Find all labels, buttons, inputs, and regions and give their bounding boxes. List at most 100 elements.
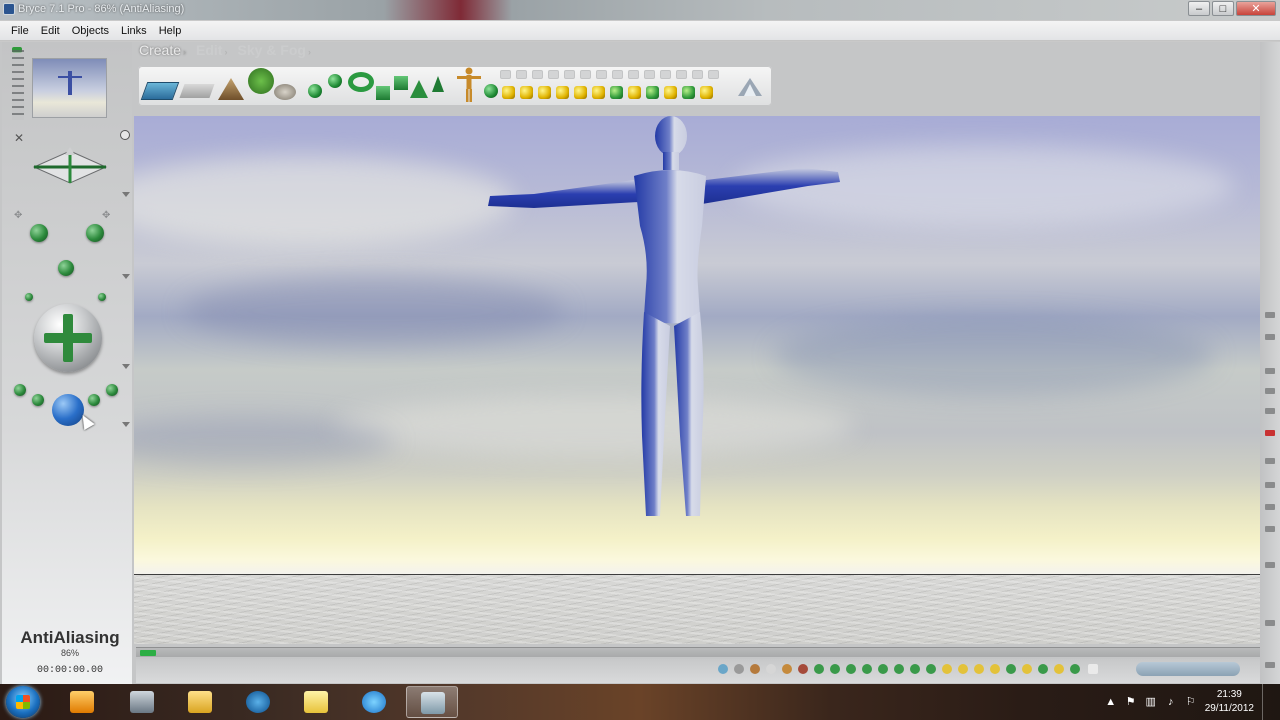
slot-7-icon[interactable] [596, 70, 607, 79]
pyramid-icon[interactable] [410, 80, 428, 98]
slot-10-icon[interactable] [644, 70, 655, 79]
view-7-icon[interactable] [1265, 526, 1275, 532]
bank-ball-3[interactable] [88, 394, 100, 406]
boolean-sphere-icon[interactable] [502, 86, 515, 99]
cross-control[interactable] [32, 147, 108, 189]
slot-6-icon[interactable] [580, 70, 591, 79]
mem-12-icon[interactable] [894, 664, 904, 674]
mem-11-icon[interactable] [878, 664, 888, 674]
task-cell-tool[interactable] [116, 686, 168, 718]
rotate-y-ball[interactable] [86, 224, 104, 242]
figure-icon[interactable] [456, 66, 482, 104]
clock[interactable]: 21:39 29/11/2012 [1205, 688, 1254, 716]
bank-ball-1[interactable] [14, 384, 26, 396]
memory-dots-icon[interactable] [718, 664, 728, 674]
rock-icon[interactable] [274, 84, 296, 100]
task-bryce[interactable] [406, 686, 458, 718]
options-dot-icon[interactable] [120, 130, 130, 140]
mem-3-icon[interactable] [750, 664, 760, 674]
mem-17-icon[interactable] [974, 664, 984, 674]
render-viewport[interactable] [134, 116, 1260, 644]
mem-23-icon[interactable] [1070, 664, 1080, 674]
tab-edit[interactable]: Edit › [196, 42, 227, 60]
view-2-icon[interactable] [1265, 388, 1275, 394]
menu-links[interactable]: Links [115, 25, 153, 37]
boolean-square-icon[interactable] [700, 86, 713, 99]
view-9-icon[interactable] [1265, 620, 1275, 626]
options-square-icon[interactable] [1088, 664, 1098, 674]
mem-9-icon[interactable] [846, 664, 856, 674]
show-desktop-button[interactable] [1262, 684, 1272, 720]
disc-icon[interactable] [484, 84, 498, 98]
small-ball-left[interactable] [25, 293, 33, 301]
nano-preview[interactable] [32, 58, 107, 118]
timeline-scrubber[interactable] [140, 650, 156, 656]
water-plane-icon[interactable] [140, 82, 180, 100]
view-5-icon[interactable] [1265, 482, 1275, 488]
slot-5-icon[interactable] [564, 70, 575, 79]
task-media-player[interactable] [56, 686, 108, 718]
maximize-button[interactable]: □ [1212, 1, 1234, 16]
boolean-cone-icon[interactable] [556, 86, 569, 99]
menu-help[interactable]: Help [153, 25, 188, 37]
view-1-icon[interactable] [1265, 368, 1275, 374]
rotate-z-ball[interactable] [58, 260, 74, 276]
slot-3-icon[interactable] [532, 70, 543, 79]
menu-edit[interactable]: Edit [35, 25, 66, 37]
volume-icon[interactable]: ♪ [1165, 696, 1177, 708]
network-icon[interactable]: ▥ [1145, 696, 1157, 708]
task-internet-explorer[interactable] [348, 686, 400, 718]
slot-9-icon[interactable] [628, 70, 639, 79]
task-folder[interactable] [290, 686, 342, 718]
mem-6-icon[interactable] [798, 664, 808, 674]
mem-10-icon[interactable] [862, 664, 872, 674]
slot-12-icon[interactable] [676, 70, 687, 79]
boolean-pyramid-icon[interactable] [682, 86, 695, 99]
view-3-icon[interactable] [1265, 408, 1275, 414]
boolean-cube-icon[interactable] [574, 86, 587, 99]
slot-14-icon[interactable] [708, 70, 719, 79]
rotate-x-ball[interactable] [30, 224, 48, 242]
mem-14-icon[interactable] [926, 664, 936, 674]
task-file-explorer[interactable] [174, 686, 226, 718]
pencil-icon[interactable] [1265, 312, 1275, 318]
tab-sky-fog[interactable]: Sky & Fog › [237, 42, 310, 60]
sphere-icon[interactable] [328, 74, 342, 88]
cube-icon[interactable] [394, 76, 408, 90]
bank-ball-2[interactable] [32, 394, 44, 406]
tree-icon[interactable] [248, 68, 274, 94]
close-button[interactable]: ✕ [1236, 1, 1276, 16]
animation-timeline[interactable] [136, 647, 1260, 657]
infinite-plane-icon[interactable] [179, 84, 215, 98]
mem-21-icon[interactable] [1038, 664, 1048, 674]
playback-controls[interactable] [1136, 662, 1240, 676]
mem-16-icon[interactable] [958, 664, 968, 674]
menu-objects[interactable]: Objects [66, 25, 115, 37]
zoom-icon[interactable] [1265, 662, 1275, 668]
mem-4-icon[interactable] [766, 664, 776, 674]
mem-15-icon[interactable] [942, 664, 952, 674]
mem-2-icon[interactable] [734, 664, 744, 674]
boolean-ring-icon[interactable] [646, 86, 659, 99]
boolean-green-1-icon[interactable] [610, 86, 623, 99]
slot-2-icon[interactable] [516, 70, 527, 79]
minimize-button[interactable]: – [1188, 1, 1210, 16]
menu-file[interactable]: File [5, 25, 35, 37]
flag-icon[interactable]: ⚐ [1185, 696, 1197, 708]
bank-menu-icon[interactable] [122, 422, 130, 427]
rotate-menu-icon[interactable] [122, 274, 130, 279]
mem-13-icon[interactable] [910, 664, 920, 674]
boolean-torus-icon[interactable] [520, 86, 533, 99]
view-8-icon[interactable] [1265, 562, 1275, 568]
lights-icon[interactable] [736, 76, 764, 100]
window-title-bar[interactable]: Bryce 7.1 Pro - 86% (AntiAliasing) – □ ✕ [0, 0, 1280, 20]
bank-ball-4[interactable] [106, 384, 118, 396]
cone-icon[interactable] [432, 76, 444, 92]
tab-create[interactable]: Create › [139, 42, 186, 60]
view-ladder[interactable] [12, 50, 24, 120]
terrain-icon[interactable] [218, 78, 244, 100]
cylinder-icon[interactable] [376, 86, 390, 100]
cross-menu-icon[interactable] [122, 192, 130, 197]
boolean-disc-icon[interactable] [628, 86, 641, 99]
action-center-icon[interactable]: ⚑ [1125, 696, 1137, 708]
